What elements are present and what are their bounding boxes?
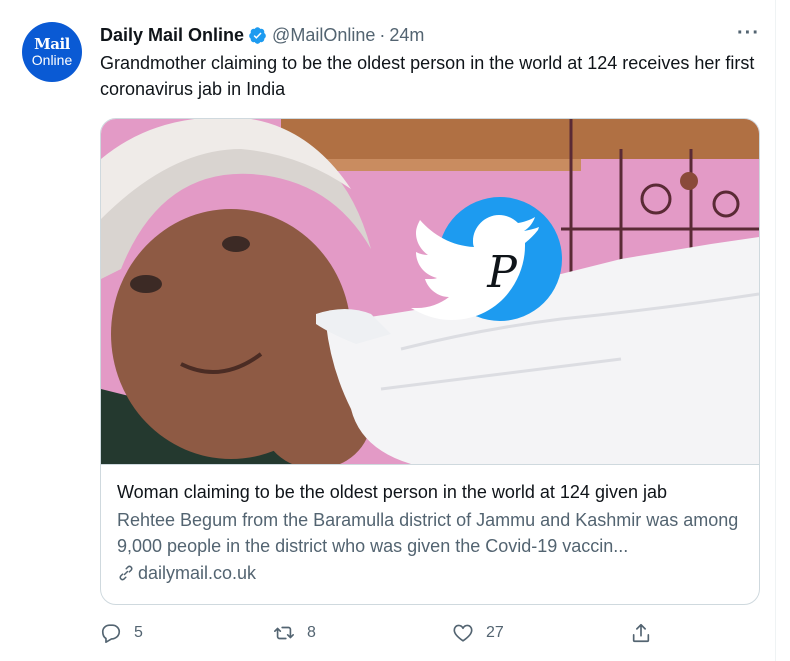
avatar-logo-line1: Mail xyxy=(34,35,70,53)
card-domain[interactable]: dailymail.co.uk xyxy=(117,561,743,585)
reply-icon xyxy=(101,624,121,643)
card-photo: P xyxy=(101,119,759,464)
share-button[interactable] xyxy=(630,622,664,644)
card-body: Woman claiming to be the oldest person i… xyxy=(117,480,743,585)
reply-button[interactable]: 5 xyxy=(100,622,143,644)
timeline-border xyxy=(775,0,790,661)
link-icon xyxy=(119,565,133,581)
separator-dot: · xyxy=(379,24,386,45)
tweet-text: Grandmother claiming to be the oldest pe… xyxy=(100,53,755,99)
reply-count: 5 xyxy=(134,624,143,641)
tweet-header: Daily Mail Online @MailOnline · 24m xyxy=(100,22,424,48)
avatar-logo-line2: Online xyxy=(31,52,73,68)
card-description: Rehtee Begum from the Baramulla district… xyxy=(117,510,739,556)
card-title: Woman claiming to be the oldest person i… xyxy=(117,482,667,502)
link-card[interactable]: P Woman claiming to be the oldest person… xyxy=(100,118,760,605)
card-domain-text: dailymail.co.uk xyxy=(138,563,257,583)
author-name[interactable]: Daily Mail Online xyxy=(100,25,244,46)
more-icon[interactable]: ··· xyxy=(737,22,760,45)
like-count: 27 xyxy=(486,624,504,641)
like-icon xyxy=(453,624,473,642)
avatar[interactable]: Mail Online xyxy=(22,22,82,82)
verified-badge-icon xyxy=(249,26,266,44)
share-icon xyxy=(632,623,650,643)
tweet-timestamp[interactable]: 24m xyxy=(389,25,424,46)
retweet-button[interactable]: 8 xyxy=(273,622,316,644)
retweet-icon xyxy=(274,626,294,640)
like-button[interactable]: 27 xyxy=(452,622,504,644)
author-handle[interactable]: @MailOnline xyxy=(272,25,375,46)
retweet-count: 8 xyxy=(307,624,316,641)
card-image[interactable]: P xyxy=(101,119,759,465)
watermark-letter: P xyxy=(486,247,518,298)
tweet-actions: 5 8 27 xyxy=(100,622,660,646)
